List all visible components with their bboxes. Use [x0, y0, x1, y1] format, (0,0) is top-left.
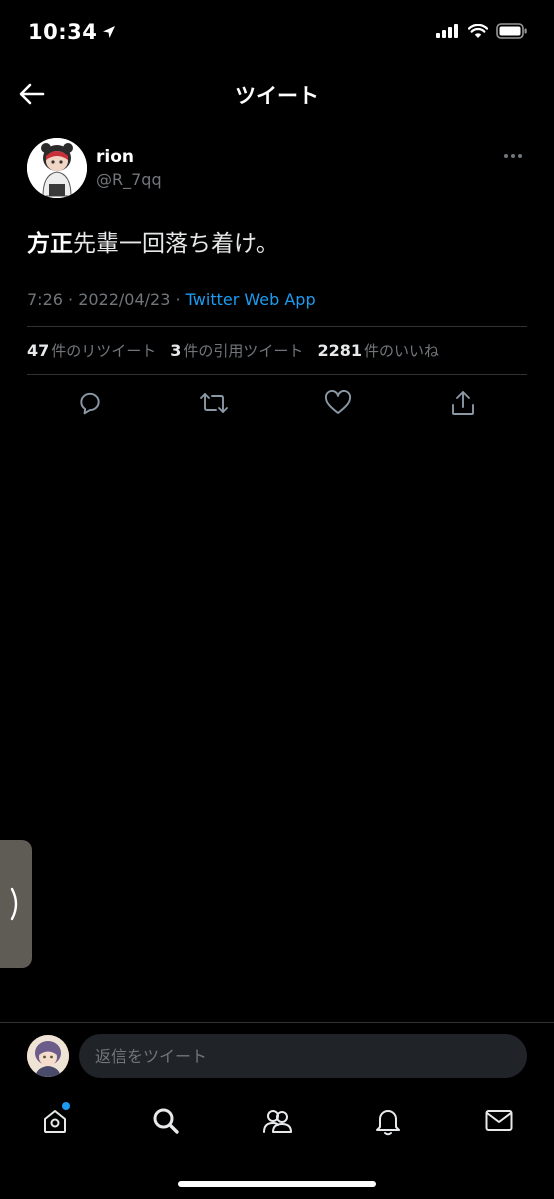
likes-stat[interactable]: 2281 件のいいね: [317, 340, 439, 361]
retweets-count: 47: [27, 341, 50, 360]
search-icon: [153, 1108, 179, 1134]
like-button[interactable]: [318, 383, 358, 423]
communities-icon: [263, 1110, 292, 1133]
status-time: 10:34: [28, 20, 117, 44]
tweet-stats: 47 件のリツイート 3 件の引用ツイート 2281 件のいいね: [27, 340, 527, 361]
tweet-meta: 7:26 · 2022/04/23 · Twitter Web App: [27, 290, 316, 309]
tweet-actions: [27, 383, 527, 423]
more-options-button[interactable]: [501, 146, 525, 166]
divider: [27, 374, 527, 375]
tab-messages[interactable]: [474, 1096, 524, 1146]
signal-icon: [436, 24, 458, 38]
side-drawer-handle[interactable]: [0, 840, 32, 968]
tweet-header: rion @R_7qq: [27, 138, 527, 198]
avatar-illustration: [27, 138, 87, 198]
likes-count: 2281: [317, 341, 362, 360]
wifi-icon: [468, 23, 488, 38]
reply-input[interactable]: [79, 1034, 527, 1078]
home-indicator: [178, 1181, 376, 1187]
status-icons: [436, 23, 528, 39]
retweet-icon: [200, 393, 228, 413]
tab-search[interactable]: [141, 1096, 191, 1146]
status-bar: 10:34: [0, 0, 554, 66]
comment-icon: [80, 392, 100, 415]
retweets-stat[interactable]: 47 件のリツイート: [27, 340, 156, 361]
divider: [0, 1022, 554, 1023]
likes-label: 件のいいね: [363, 342, 439, 360]
more-horizontal-icon: [504, 154, 522, 158]
tab-home[interactable]: [30, 1096, 80, 1146]
user-avatar-illustration: [27, 1035, 69, 1077]
quotes-stat[interactable]: 3 件の引用ツイート: [170, 340, 303, 361]
tab-communities[interactable]: [252, 1096, 302, 1146]
heart-icon: [325, 390, 351, 414]
retweets-label: 件のリツイート: [51, 342, 157, 360]
bell-icon: [376, 1110, 400, 1136]
notification-dot: [62, 1102, 70, 1110]
tweet-source-link[interactable]: Twitter Web App: [186, 290, 316, 309]
retweet-button[interactable]: [194, 383, 234, 423]
home-icon: [44, 1110, 66, 1133]
nav-header: ツイート: [0, 66, 554, 122]
quotes-label: 件の引用ツイート: [183, 342, 304, 360]
chevron-right-icon: [10, 887, 18, 921]
author-avatar[interactable]: [27, 138, 87, 198]
reply-button[interactable]: [70, 383, 110, 423]
user-avatar[interactable]: [27, 1035, 69, 1077]
divider: [27, 326, 527, 327]
tweet-text-bold: 方正: [27, 231, 73, 257]
author-handle[interactable]: @R_7qq: [96, 170, 162, 189]
quotes-count: 3: [170, 341, 182, 360]
location-arrow-icon: [103, 26, 116, 38]
share-button[interactable]: [443, 383, 483, 423]
reply-bar: [0, 1033, 554, 1079]
tweet-text: 方正先輩一回落ち着け。: [27, 224, 527, 258]
envelope-icon: [485, 1110, 513, 1131]
tab-notifications[interactable]: [363, 1096, 413, 1146]
tab-bar: [0, 1096, 554, 1146]
status-time-text: 10:34: [28, 20, 98, 44]
battery-icon: [496, 23, 527, 39]
author-name[interactable]: rion: [96, 147, 134, 167]
tweet-timestamp: 7:26 · 2022/04/23 ·: [27, 290, 186, 309]
page-title: ツイート: [235, 84, 319, 108]
tweet-text-rest: 先輩一回落ち着け。: [73, 231, 279, 257]
share-icon: [452, 391, 474, 415]
